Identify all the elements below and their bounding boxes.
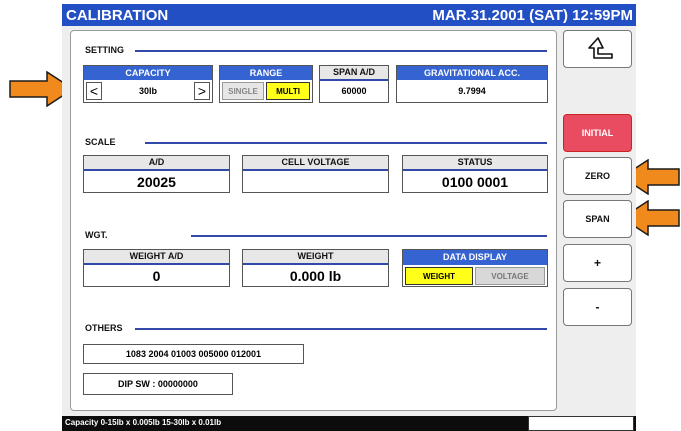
zero-button[interactable]: ZERO	[563, 157, 632, 195]
return-arrow-icon	[587, 37, 613, 59]
range-multi-button[interactable]: MULTI	[266, 82, 310, 100]
span-ad-value: 60000	[341, 86, 367, 96]
status-box: STATUS 0100 0001	[402, 155, 548, 193]
plus-button[interactable]: +	[563, 244, 632, 282]
grav-acc-value: 9.7994	[458, 86, 486, 96]
section-label-scale: SCALE	[85, 137, 116, 147]
section-label-others: OTHERS	[85, 323, 123, 333]
datetime: MAR.31.2001 (SAT) 12:59PM	[432, 7, 633, 24]
status-header: STATUS	[403, 156, 547, 171]
status-blank-field	[528, 416, 634, 431]
back-button[interactable]	[563, 30, 632, 68]
screen-title: CALIBRATION	[66, 7, 169, 24]
weight-ad-header: WEIGHT A/D	[84, 250, 229, 265]
weight-box: WEIGHT 0.000 lb	[242, 249, 389, 287]
version-code-field: 1083 2004 01003 005000 012001	[83, 344, 304, 364]
range-box: RANGE SINGLE MULTI	[219, 65, 313, 103]
ad-value: 20025	[137, 174, 176, 190]
title-bar: CALIBRATION MAR.31.2001 (SAT) 12:59PM	[62, 4, 636, 26]
status-bar: Capacity 0-15lb x 0.005lb 15-30lb x 0.01…	[62, 416, 636, 431]
minus-button[interactable]: -	[563, 288, 632, 326]
weight-value: 0.000 lb	[289, 268, 342, 284]
data-display-header: DATA DISPLAY	[403, 250, 547, 265]
status-value: 0100 0001	[441, 174, 509, 190]
voltage-display-button[interactable]: VOLTAGE	[475, 267, 545, 285]
grav-acc-box: GRAVITATIONAL ACC. 9.7994	[396, 65, 548, 103]
cell-voltage-header: CELL VOLTAGE	[243, 156, 388, 171]
section-divider	[135, 328, 547, 330]
initial-button[interactable]: INITIAL	[563, 114, 632, 152]
capacity-next-button[interactable]: >	[194, 82, 210, 100]
dip-switch-field: DIP SW : 00000000	[83, 373, 233, 395]
span-button[interactable]: SPAN	[563, 200, 632, 238]
capacity-header: CAPACITY	[84, 66, 212, 80]
ad-header: A/D	[84, 156, 229, 171]
weight-ad-value: 0	[152, 268, 161, 284]
section-divider	[145, 142, 547, 144]
capacity-value: 30lb	[138, 86, 157, 96]
span-ad-box: SPAN A/D 60000	[319, 65, 389, 103]
section-divider	[191, 235, 547, 237]
section-label-setting: SETTING	[85, 45, 125, 55]
grav-acc-header: GRAVITATIONAL ACC.	[397, 66, 547, 80]
cell-voltage-box: CELL VOLTAGE	[242, 155, 389, 193]
capacity-box: CAPACITY < 30lb >	[83, 65, 213, 103]
capacity-info-text: Capacity 0-15lb x 0.005lb 15-30lb x 0.01…	[65, 418, 222, 427]
section-label-wgt: WGT.	[85, 230, 108, 240]
calibration-screen: CALIBRATION MAR.31.2001 (SAT) 12:59PM SE…	[62, 4, 636, 431]
range-single-button[interactable]: SINGLE	[222, 82, 264, 100]
data-display-box: DATA DISPLAY WEIGHT VOLTAGE	[402, 249, 548, 287]
weight-header: WEIGHT	[243, 250, 388, 265]
main-panel: SETTING CAPACITY < 30lb > RANGE SINGLE M…	[70, 30, 557, 411]
section-divider	[135, 50, 547, 52]
weight-ad-box: WEIGHT A/D 0	[83, 249, 230, 287]
span-ad-header: SPAN A/D	[320, 66, 388, 81]
weight-display-button[interactable]: WEIGHT	[405, 267, 473, 285]
range-header: RANGE	[220, 66, 312, 80]
ad-box: A/D 20025	[83, 155, 230, 193]
